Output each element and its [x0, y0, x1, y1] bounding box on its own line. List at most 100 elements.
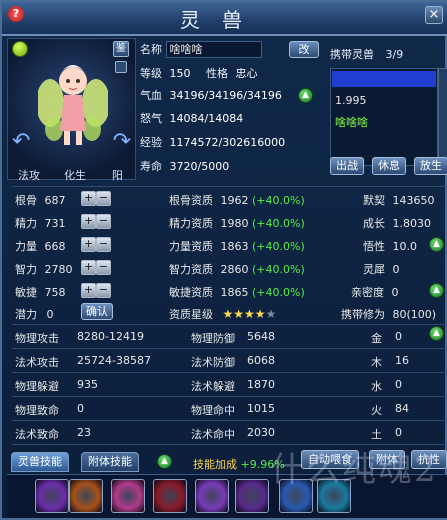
element-stat: 水0 [371, 378, 402, 394]
plus-icon[interactable]: + [81, 237, 96, 252]
cultivation-value: 80(100) [392, 308, 437, 321]
element-stat: 木 16 [371, 354, 409, 370]
confirm-button[interactable]: 确认 [81, 303, 113, 320]
element-stat: 金0 [371, 330, 402, 346]
aptitude-strength: 力量资质 1863 (+40.0%) [169, 238, 305, 254]
aptitude-bonus: (+40.0%) [252, 263, 305, 276]
element-value: 0 [395, 330, 402, 343]
aptitude-label: 根骨资质 [169, 194, 213, 207]
title-bar[interactable]: ? 灵兽 × [2, 2, 447, 36]
stat-label: 亲密度 [351, 286, 384, 299]
life-row: 寿命 3720/5000 [140, 158, 229, 176]
stat-label: 成长 [363, 217, 385, 230]
star-rating-label: 资质星级 [169, 308, 213, 321]
stat-intellect: 智力 2780 [15, 261, 73, 277]
defense-label: 物理命中 [191, 404, 235, 417]
aptitude-label: 智力资质 [169, 263, 213, 276]
stat-label: 根骨 [15, 194, 37, 207]
carried-pets-list[interactable]: 1.995 啥啥啥 [330, 68, 438, 166]
stat-energy: 精力 731 [15, 215, 66, 231]
stat-adjust-buttons: + − [81, 191, 111, 206]
fire-eye-icon[interactable] [69, 479, 103, 513]
star-icon: ★ [244, 307, 255, 321]
list-item[interactable]: 1.995 [335, 94, 367, 107]
close-button[interactable]: × [425, 6, 443, 24]
stat-label: 灵犀 [363, 263, 385, 276]
defense-value: 6068 [247, 354, 275, 367]
plus-icon[interactable]: + [81, 260, 96, 275]
rotate-left-icon[interactable]: ↶ [12, 129, 30, 154]
hp-up-icon[interactable]: ▲ [298, 88, 313, 103]
pet-window: ? 灵兽 × 鉴 ↶ ↷ 法攻 化生 阳 名称 啥啥啥 改 等级 150 性格 … [0, 0, 447, 520]
aptitude-label: 力量资质 [169, 240, 213, 253]
rename-button[interactable]: 改 [289, 41, 319, 58]
element-label: 水 [371, 380, 382, 393]
stat-value: 758 [44, 286, 66, 299]
minus-icon[interactable]: − [96, 191, 111, 206]
element-up-icon[interactable]: ▲ [429, 326, 444, 341]
intimacy-up-icon[interactable]: ▲ [429, 283, 444, 298]
carried-pets-scrollbar[interactable] [438, 68, 447, 166]
plus-icon[interactable]: + [81, 283, 96, 298]
element-stat: 火 84 [371, 402, 409, 418]
cultivation-label: 携带修为 [341, 308, 385, 321]
dark-claw-icon[interactable] [235, 479, 269, 513]
list-item[interactable]: 啥啥啥 [335, 114, 368, 130]
aptitude-value: 1865 [220, 286, 249, 299]
aptitude-bonus: (+40.0%) [252, 217, 305, 230]
minus-icon[interactable]: − [96, 237, 111, 252]
pet-name-field[interactable]: 啥啥啥 [165, 41, 262, 58]
rage-value: 14084/14084 [169, 112, 244, 125]
defense-stat: 法术躲避 1870 [191, 378, 275, 394]
pet-tag-yang: 阳 [112, 169, 123, 182]
stat-value: 143650 [392, 194, 435, 207]
combat-stat: 法术致命 23 [15, 426, 91, 442]
lock-icon[interactable] [115, 61, 127, 73]
plus-icon[interactable]: + [81, 191, 96, 206]
defense-stat: 法术命中 2030 [191, 426, 275, 442]
help-icon[interactable]: ? [8, 6, 24, 22]
minus-icon[interactable]: − [96, 283, 111, 298]
plus-icon[interactable]: + [81, 214, 96, 229]
stat-adjust-buttons: + − [81, 260, 111, 275]
element-value: 16 [395, 354, 409, 367]
crimson-swirl-icon[interactable] [153, 479, 187, 513]
tab-attach-skills[interactable]: 附体技能 [81, 452, 139, 472]
personality-value: 忠心 [235, 67, 258, 80]
potential-value: 0 [46, 308, 54, 321]
tab-pet-skills[interactable]: 灵兽技能 [11, 452, 69, 472]
element-label: 金 [371, 332, 382, 345]
skill-up-icon[interactable]: ▲ [157, 454, 172, 469]
stat-label: 悟性 [363, 240, 385, 253]
combat-label: 物理致命 [15, 404, 59, 417]
life-value: 3720/5000 [169, 160, 230, 173]
rotate-right-icon[interactable]: ↷ [113, 129, 131, 154]
stat-empathy: 灵犀 0 [363, 261, 400, 277]
minus-icon[interactable]: − [96, 260, 111, 275]
comprehension-up-icon[interactable]: ▲ [429, 237, 444, 252]
fight-button[interactable]: 出战 [330, 157, 364, 175]
pet-portrait-panel: 鉴 ↶ ↷ 法攻 化生 阳 [7, 38, 136, 182]
rest-button[interactable]: 休息 [372, 157, 406, 175]
carried-pets-panel: 携带灵兽 3/9 1.995 啥啥啥 出战 休息 放生 [326, 38, 447, 180]
star-rating: ★★★★★ [223, 307, 277, 321]
element-value: 0 [395, 426, 402, 439]
selected-row-highlight[interactable] [332, 71, 436, 87]
skill-bonus-label: 技能加成 [193, 458, 237, 471]
purple-vortex-icon[interactable] [35, 479, 69, 513]
pet-tag-magic-attack: 法攻 [18, 169, 40, 182]
hp-label: 气血 [140, 89, 162, 102]
pet-tag-transform: 化生 [64, 169, 86, 182]
violet-burst-icon[interactable] [195, 479, 229, 513]
aptitude-value: 1863 [220, 240, 249, 253]
stat-value: 10.0 [392, 240, 418, 253]
smiley-icon[interactable] [12, 41, 28, 57]
pink-flame-icon[interactable] [111, 479, 145, 513]
name-row: 名称 啥啥啥 [140, 41, 262, 59]
stats-panel: 根骨 687 精力 731 力量 668 智力 2780 敏捷 758 + − +… [7, 186, 447, 446]
release-button[interactable]: 放生 [414, 157, 447, 175]
stat-value: 731 [44, 217, 66, 230]
rage-row: 怒气 14084/14084 [140, 110, 243, 128]
appraise-button[interactable]: 鉴 [113, 41, 129, 57]
minus-icon[interactable]: − [96, 214, 111, 229]
